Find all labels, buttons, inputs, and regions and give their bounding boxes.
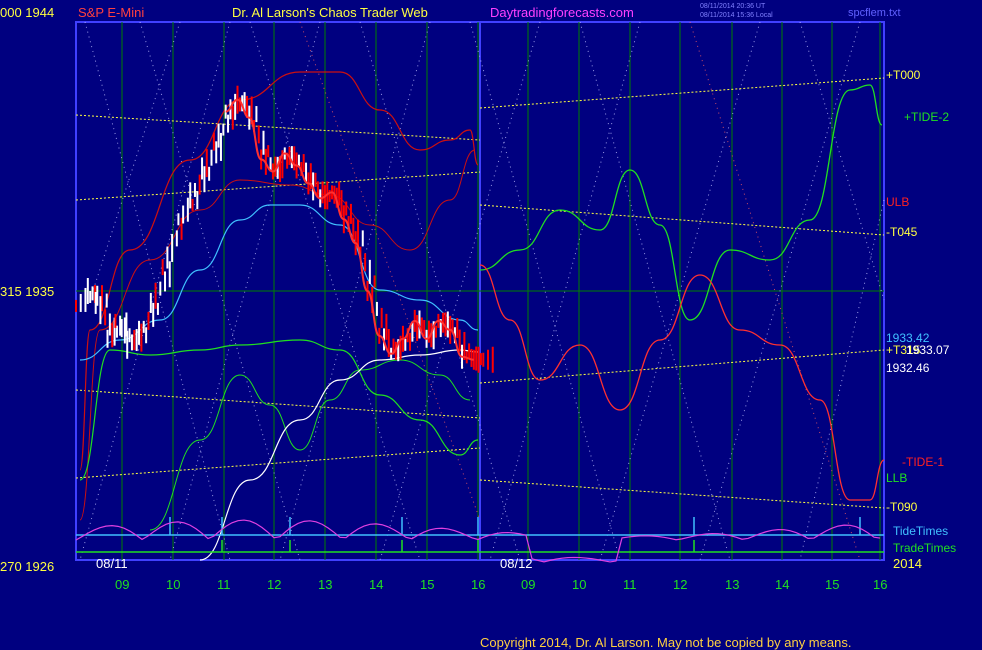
x-tick-label: 10 bbox=[166, 577, 180, 592]
chaos-trader-chart: 09 10 11 12 13 14 15 16 09 10 11 12 13 14 15 16 000 194… bbox=[0, 0, 982, 650]
label-tide2: +TIDE-2 bbox=[904, 110, 949, 124]
timestamp-local: 08/11/2014 15:36 Local bbox=[700, 12, 773, 19]
x-tick-label: 12 bbox=[267, 577, 281, 592]
x-tick-label: 14 bbox=[775, 577, 789, 592]
label-tide-times: TideTimes bbox=[893, 524, 948, 538]
x-tick-label: 10 bbox=[572, 577, 586, 592]
timestamp-ut: 08/11/2014 20:36 UT bbox=[700, 3, 766, 10]
x-tick-label: 16 bbox=[873, 577, 887, 592]
x-tick-label: 11 bbox=[623, 577, 637, 592]
label-price-3: 1932.46 bbox=[886, 361, 930, 375]
x-tick-label: 11 bbox=[217, 577, 231, 592]
site-title: Dr. Al Larson's Chaos Trader Web bbox=[232, 5, 428, 20]
x-tick-label: 15 bbox=[825, 577, 839, 592]
x-tick-label: 16 bbox=[471, 577, 485, 592]
label-t090: -T090 bbox=[886, 500, 918, 514]
left-axis-bottom-label: 270 1926 bbox=[0, 559, 54, 574]
date-label-day2: 08/12 bbox=[500, 556, 533, 571]
label-year: 2014 bbox=[893, 556, 922, 571]
symbol-label: S&P E-Mini bbox=[78, 5, 144, 20]
label-t000: +T000 bbox=[886, 68, 921, 82]
copyright-notice: Copyright 2014, Dr. Al Larson. May not b… bbox=[480, 635, 851, 650]
date-label-day1: 08/11 bbox=[96, 556, 128, 571]
x-tick-label: 14 bbox=[369, 577, 383, 592]
label-llb: LLB bbox=[886, 471, 907, 485]
x-tick-label: 09 bbox=[115, 577, 129, 592]
label-ulb: ULB bbox=[886, 195, 909, 209]
label-t045: -T045 bbox=[886, 225, 918, 239]
label-trade-times: TradeTimes bbox=[893, 541, 956, 555]
label-price-2: 1933.07 bbox=[906, 343, 950, 357]
file-name: spcflem.txt bbox=[848, 7, 901, 19]
x-tick-label: 13 bbox=[318, 577, 332, 592]
left-axis-mid-label: 315 1935 bbox=[0, 284, 54, 299]
left-price-top: 000 1944 bbox=[0, 5, 54, 20]
label-tide1: -TIDE-1 bbox=[902, 455, 944, 469]
site-url[interactable]: Daytradingforecasts.com bbox=[490, 5, 634, 20]
x-tick-label: 09 bbox=[521, 577, 535, 592]
x-tick-label: 13 bbox=[725, 577, 739, 592]
x-tick-label: 15 bbox=[420, 577, 434, 592]
x-tick-label: 12 bbox=[673, 577, 687, 592]
